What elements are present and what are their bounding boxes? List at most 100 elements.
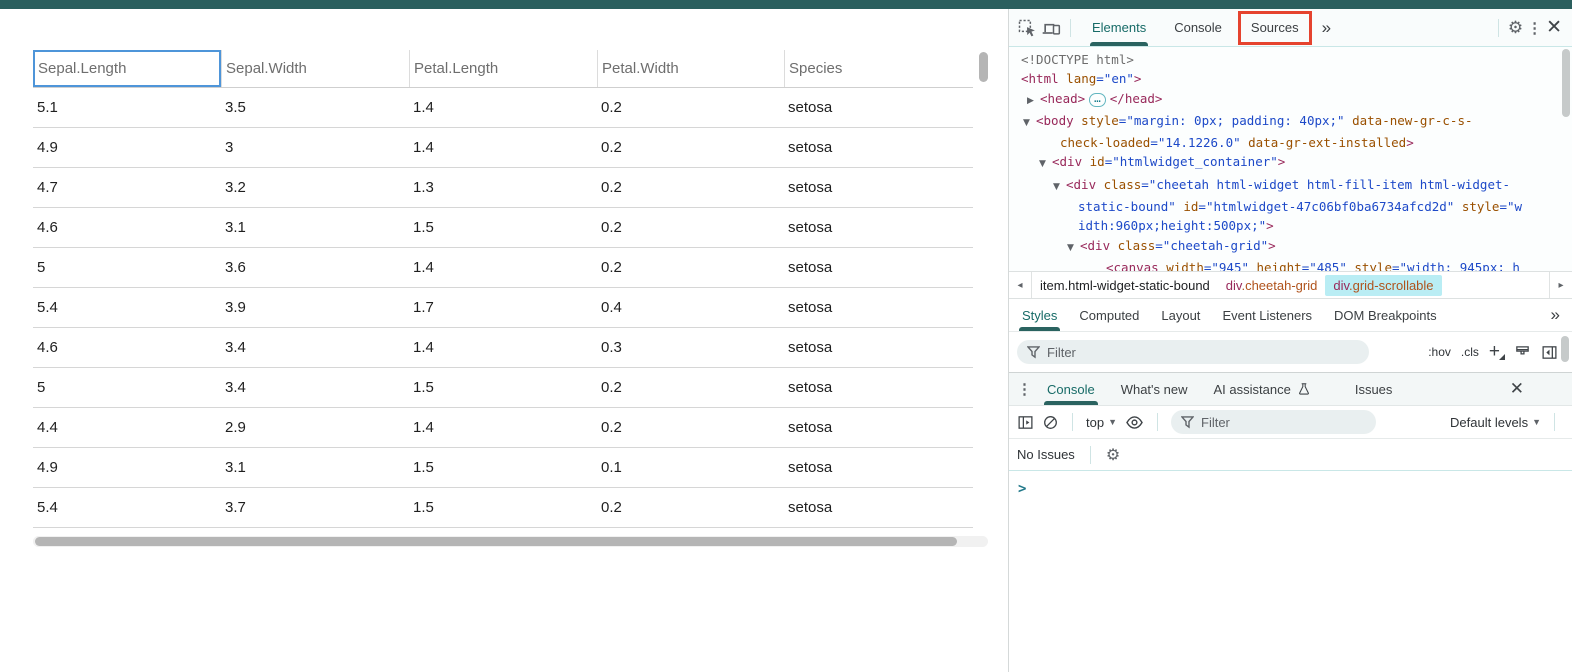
table-cell[interactable]: 3.2 (221, 168, 409, 207)
code-line[interactable]: ▼<div id="htmlwidget_container"> (1021, 152, 1572, 174)
styles-scrollbar-thumb[interactable] (1561, 336, 1569, 362)
table-row[interactable]: 4.42.91.40.2setosa (33, 408, 973, 448)
table-cell[interactable]: 4.7 (33, 168, 221, 207)
inline-expand-button[interactable]: … (1089, 93, 1106, 107)
close-devtools-icon[interactable]: ✕ (1546, 16, 1562, 39)
column-header[interactable]: Species (784, 50, 973, 87)
table-cell[interactable]: 5.4 (33, 488, 221, 527)
more-options-icon[interactable]: ⋮ (1527, 19, 1542, 37)
code-line[interactable]: ▼<body style="margin: 0px; padding: 40px… (1021, 111, 1572, 133)
tab-sources[interactable]: Sources (1238, 11, 1312, 45)
drawer-menu-icon[interactable]: ⋮ (1017, 380, 1032, 398)
table-cell[interactable]: 0.2 (597, 168, 784, 207)
tab-event-listeners[interactable]: Event Listeners (1211, 299, 1323, 331)
table-cell[interactable]: 3.6 (221, 248, 409, 287)
collapse-arrow-icon[interactable]: ▼ (1067, 239, 1080, 258)
code-line[interactable]: static-bound" id="htmlwidget-47c06bf0ba6… (1021, 197, 1572, 216)
console-prompt[interactable]: > (1009, 471, 1572, 497)
table-cell[interactable]: 0.3 (597, 328, 784, 367)
close-drawer-icon[interactable]: ✕ (1510, 379, 1524, 399)
table-cell[interactable]: setosa (784, 448, 973, 487)
table-cell[interactable]: 0.2 (597, 128, 784, 167)
table-row[interactable]: 5.43.91.70.4setosa (33, 288, 973, 328)
table-cell[interactable]: 4.4 (33, 408, 221, 447)
code-line[interactable]: <!DOCTYPE html> (1021, 50, 1572, 69)
table-cell[interactable]: 1.5 (409, 208, 597, 247)
table-row[interactable]: 4.63.41.40.3setosa (33, 328, 973, 368)
log-levels-selector[interactable]: Default levels▼ (1450, 415, 1541, 430)
expand-arrow-icon[interactable]: ▶ (1027, 92, 1040, 111)
table-cell[interactable]: setosa (784, 128, 973, 167)
table-cell[interactable]: 3.4 (221, 368, 409, 407)
table-cell[interactable]: 4.9 (33, 448, 221, 487)
tab-styles[interactable]: Styles (1011, 299, 1068, 331)
breadcrumb-item[interactable]: div.grid-scrollable (1325, 275, 1441, 296)
tab-computed[interactable]: Computed (1068, 299, 1150, 331)
tab-layout[interactable]: Layout (1150, 299, 1211, 331)
table-cell[interactable]: 1.4 (409, 248, 597, 287)
toggle-hover-state-button[interactable]: :hov (1428, 345, 1451, 359)
drawer-tab-ai-assistance[interactable]: AI assistance (1201, 373, 1324, 405)
table-row[interactable]: 53.41.50.2setosa (33, 368, 973, 408)
table-cell[interactable]: setosa (784, 408, 973, 447)
table-cell[interactable]: 1.4 (409, 408, 597, 447)
table-row[interactable]: 53.61.40.2setosa (33, 248, 973, 288)
column-header[interactable]: Petal.Width (597, 50, 784, 87)
elements-scrollbar-thumb[interactable] (1562, 49, 1570, 117)
column-header[interactable]: Petal.Length (409, 50, 597, 87)
table-cell[interactable]: 3.5 (221, 88, 409, 127)
tab-dom-breakpoints[interactable]: DOM Breakpoints (1323, 299, 1448, 331)
table-row[interactable]: 4.931.40.2setosa (33, 128, 973, 168)
table-row[interactable]: 5.13.51.40.2setosa (33, 88, 973, 128)
table-row[interactable]: 4.93.11.50.1setosa (33, 448, 973, 488)
table-cell[interactable]: 0.2 (597, 208, 784, 247)
breadcrumb-right-arrow-icon[interactable]: ▸ (1549, 272, 1572, 298)
table-cell[interactable]: setosa (784, 328, 973, 367)
table-cell[interactable]: setosa (784, 248, 973, 287)
tab-elements[interactable]: Elements (1080, 9, 1158, 46)
table-cell[interactable]: 0.2 (597, 88, 784, 127)
breadcrumb-item[interactable]: div.cheetah-grid (1218, 275, 1326, 296)
table-cell[interactable]: 2.9 (221, 408, 409, 447)
live-expression-eye-icon[interactable] (1125, 413, 1144, 432)
table-cell[interactable]: 4.6 (33, 328, 221, 367)
table-cell[interactable]: 0.4 (597, 288, 784, 327)
console-sidebar-icon[interactable] (1017, 414, 1034, 431)
table-cell[interactable]: 5.1 (33, 88, 221, 127)
table-cell[interactable]: setosa (784, 488, 973, 527)
console-filter-input[interactable]: Filter (1171, 410, 1376, 434)
table-cell[interactable]: setosa (784, 208, 973, 247)
table-cell[interactable]: 5 (33, 368, 221, 407)
code-line[interactable]: ▶<head>…</head> (1021, 89, 1572, 111)
code-line[interactable]: idth:960px;height:500px;"> (1021, 216, 1572, 235)
rendering-brush-icon[interactable] (1514, 344, 1531, 361)
table-cell[interactable]: setosa (784, 168, 973, 207)
breadcrumb-item[interactable]: item.html-widget-static-bound (1032, 275, 1218, 296)
table-cell[interactable]: 1.5 (409, 368, 597, 407)
table-cell[interactable]: 1.7 (409, 288, 597, 327)
breadcrumb-left-arrow-icon[interactable]: ◂ (1009, 272, 1032, 298)
code-line[interactable]: check-loaded="14.1226.0" data-gr-ext-ins… (1021, 133, 1572, 152)
table-cell[interactable]: 0.2 (597, 408, 784, 447)
context-selector[interactable]: top▼ (1086, 415, 1117, 430)
code-line[interactable]: ▼<div class="cheetah html-widget html-fi… (1021, 175, 1572, 197)
device-toolbar-icon[interactable] (1041, 18, 1061, 38)
vertical-scrollbar-thumb[interactable] (979, 52, 988, 82)
table-cell[interactable]: setosa (784, 288, 973, 327)
table-cell[interactable]: setosa (784, 368, 973, 407)
table-row[interactable]: 5.43.71.50.2setosa (33, 488, 973, 528)
settings-gear-icon[interactable]: ⚙ (1508, 18, 1523, 38)
table-cell[interactable]: 1.4 (409, 328, 597, 367)
clear-console-icon[interactable] (1042, 414, 1059, 431)
table-cell[interactable]: 3.7 (221, 488, 409, 527)
table-cell[interactable]: 0.2 (597, 248, 784, 287)
table-cell[interactable]: 5 (33, 248, 221, 287)
more-styles-tabs-icon[interactable]: » (1545, 305, 1566, 325)
code-line[interactable]: <canvas width="945" height="485" style="… (1021, 258, 1572, 271)
collapse-arrow-icon[interactable]: ▼ (1053, 178, 1066, 197)
table-cell[interactable]: 0.2 (597, 488, 784, 527)
issues-count-label[interactable]: No Issues (1017, 447, 1075, 462)
new-style-rule-button[interactable]: + (1489, 345, 1500, 359)
column-header[interactable]: Sepal.Length (33, 50, 221, 87)
code-line[interactable]: <html lang="en"> (1021, 69, 1572, 88)
